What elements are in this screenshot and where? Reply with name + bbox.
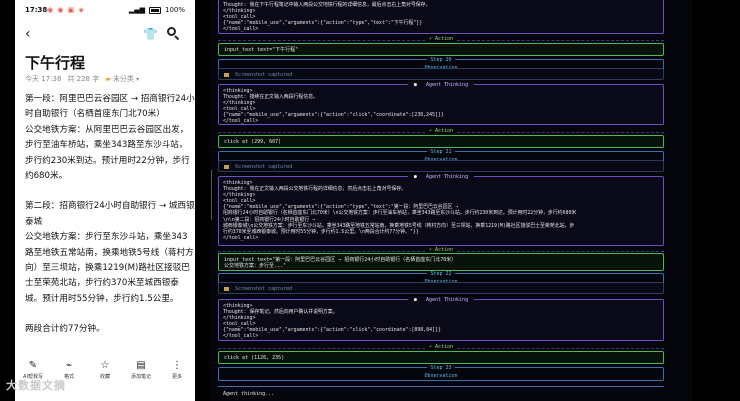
note-meta: 今天 17:38 共 228 字 ▰ 未分类 ▾ [25, 74, 139, 84]
status-time: 17:38 [25, 6, 48, 14]
action-box: input_text text="下午行程" [218, 43, 664, 56]
screenshot-row: Screenshot captured [218, 160, 664, 172]
thinking-header: Agent Thinking [422, 82, 472, 88]
watermark-logo: 大数据文摘 [6, 379, 66, 392]
status-right: ▂▄▆ 100% [129, 6, 185, 14]
action-box: click at (1126, 235) [218, 351, 664, 364]
agent-thinking-status: Agent thinking... [218, 386, 664, 401]
image-icon [224, 72, 229, 77]
status-bar: 17:38 ◉ ◉ ▣ ◈ ▂▄▆ 100% [15, 4, 195, 18]
battery-icon [148, 6, 161, 14]
thinking-code: <thinking> Thought: 保存笔记。然后向用户确认并说明方案。 <… [223, 303, 441, 340]
note-paragraph: 公交地铁方案：步行至东沙斗站，乘坐343路至地铁五常站南，换乘地铁5号线（蒋村方… [25, 232, 194, 304]
toolbar-more-button[interactable]: ⋮ 更多 [160, 360, 194, 390]
thinking-block: Thought: 我在下午行程笔记中输入两段公交地铁行程的详细信息，最后点击右上… [218, 0, 664, 34]
action-text: click at (299, 607) [224, 139, 282, 145]
brush-icon: ⌁ [65, 360, 73, 371]
thinking-code: Thought: 我在下午行程笔记中输入两段公交地铁行程的详细信息，最后点击右上… [223, 2, 431, 33]
step-label: Step 20 [427, 57, 455, 63]
chevron-down-icon: ▾ [136, 76, 140, 83]
bubble-icon: ● [410, 82, 423, 88]
toolbar-label: 收藏 [99, 374, 110, 380]
thinking-block: ● Agent Thinking <thinking> Thought: 接续在… [218, 82, 664, 125]
action-text: click at (1126, 235) [224, 355, 285, 361]
toolbar-label: 添加笔记 [130, 374, 151, 380]
screenshot-row: Screenshot captured [218, 68, 664, 80]
note-body[interactable]: 第一段：阿里巴巴云谷园区 → 招商银行24小时自助银行（名栖首座东门北70米） … [25, 92, 195, 353]
note-paragraph: 第一段：阿里巴巴云谷园区 → 招商银行24小时自助银行（名栖首座东门北70米） [25, 94, 195, 120]
bubble-icon: ● [410, 174, 423, 180]
panel-scrollbar[interactable] [211, 170, 212, 220]
pen-icon: ✎ [28, 360, 38, 371]
theme-shirt-icon[interactable]: 👕 [143, 27, 158, 41]
thinking-code: <thinking> Thought: 接续在正文输入两段行程信息。 </thi… [223, 88, 444, 125]
note-topbar: ‹ 👕 [15, 26, 195, 44]
note-title[interactable]: 下午行程 [25, 52, 85, 73]
screenshot-row: Screenshot captured [218, 282, 664, 294]
toolbar-add-note-button[interactable]: ▤ 添加笔记 [124, 360, 158, 390]
thinking-code: <thinking> Thought: 我在正文输入两段公交地铁行程的详细信息，… [223, 180, 577, 241]
action-label: ⚡ Action [424, 128, 458, 134]
screenshot-status: Screenshot captured [235, 286, 293, 292]
observation-label: Observation [424, 373, 458, 379]
notification-icons: ◉ ◉ ▣ ◈ [47, 6, 85, 14]
thinking-block: ● Agent Thinking <thinking> Thought: 我在正… [218, 174, 664, 246]
folder-selector[interactable]: ▰ 未分类 ▾ [105, 74, 139, 84]
note-paragraph: 公交地铁方案：从阿里巴巴云谷园区出发，步行至油车桥站，乘坐343路至东沙斗站，步… [25, 124, 190, 182]
action-text: input_text text="下午行程" [224, 47, 299, 53]
step-label: Step 22 [427, 271, 455, 277]
signal-icon: ▂▄▆ [128, 6, 145, 14]
thinking-header: Agent Thinking [422, 174, 472, 180]
folder-name: 未分类 [112, 75, 134, 83]
back-icon[interactable]: ‹ [25, 26, 31, 42]
screenshot-status: Screenshot captured [235, 72, 293, 78]
note-icon: ▤ [136, 360, 146, 371]
image-icon [224, 164, 229, 169]
folder-icon: ▰ [105, 75, 111, 83]
bubble-icon: ● [410, 297, 423, 303]
star-icon: ☆ [100, 360, 110, 371]
thinking-block: ● Agent Thinking <thinking> Thought: 保存笔… [218, 297, 664, 341]
action-label: ⚡ Action [424, 344, 458, 350]
action-box: click at (299, 607) [218, 135, 664, 148]
action-label: ⚡ Action [424, 36, 458, 42]
toolbar-favorite-button[interactable]: ☆ 收藏 [88, 360, 122, 390]
toolbar-label: 更多 [171, 374, 182, 380]
screenshot-status: Screenshot captured [235, 164, 293, 170]
step-label: Step 23 [427, 365, 455, 371]
battery-level: 100% [164, 6, 185, 14]
phone-screen: 17:38 ◉ ◉ ▣ ◈ ▂▄▆ 100% ‹ 👕 下午行程 今天 17:38… [15, 0, 195, 401]
action-text: input_text text="第一段：阿里巴巴云谷园区 → 招商银行24小时… [224, 257, 457, 270]
action-box: input_text text="第一段：阿里巴巴云谷园区 → 招商银行24小时… [218, 253, 664, 271]
note-paragraph: 两段合计约77分钟。 [25, 324, 105, 335]
note-datetime: 今天 17:38 [25, 75, 62, 83]
step-label: Step 21 [427, 149, 455, 155]
search-icon[interactable] [167, 27, 180, 41]
thinking-header: Agent Thinking [422, 297, 472, 303]
note-paragraph: 第二段：招商银行24小时自助银行 → 城西银泰城 [25, 201, 195, 227]
image-icon [224, 286, 229, 291]
right-margin [692, 0, 740, 401]
more-icon: ⋮ [172, 360, 182, 371]
step-header: Step 23 Observation [218, 365, 664, 381]
note-wordcount: 共 228 字 [67, 75, 100, 83]
